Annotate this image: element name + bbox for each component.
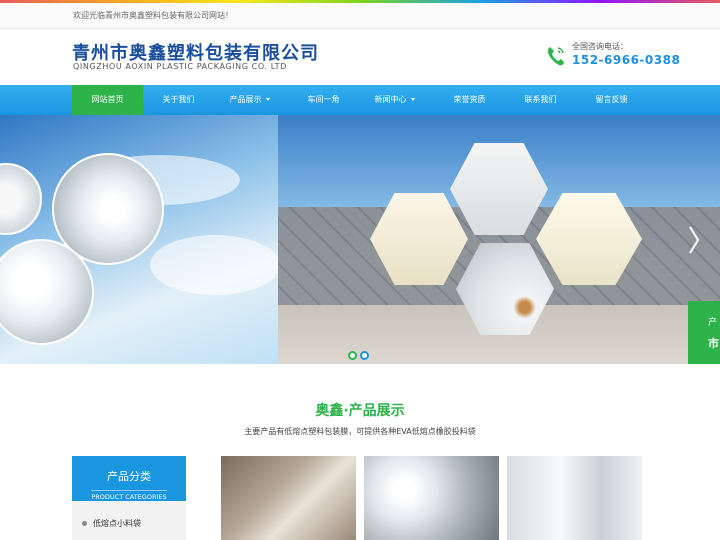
hero-banner[interactable]: 产 市 重 司 [0,115,720,364]
welcome-text: 欢迎光临青州市奥鑫塑料包装有限公司网站！ [73,11,233,20]
cloud-shape [150,235,280,295]
site-header: 青州市奥鑫塑料包装有限公司 QINGZHOU AOXIN PLASTIC PAC… [0,29,720,85]
banner-slide-right [278,115,720,364]
banner-side-tab[interactable]: 产 市 重 司 [688,301,720,364]
products-section-title: 奥鑫·产品展示 [315,403,405,419]
banner-slide-left [0,115,280,364]
banner-pagination [348,345,372,364]
company-name-en: QINGZHOU AOXIN PLASTIC PACKAGING CO. LTD [73,62,287,71]
product-roll-image [0,163,42,235]
category-title: 产品分类 [107,470,151,483]
nav-feedback[interactable]: 留言反馈 [576,85,647,115]
nav-workshop[interactable]: 车间一角 [288,85,359,115]
chevron-right-icon[interactable] [688,225,700,255]
bullet-icon [82,521,87,526]
product-thumbnail[interactable] [507,456,642,540]
nav-honors[interactable]: 荣誉资质 [434,85,505,115]
nav-about[interactable]: 关于我们 [143,85,214,115]
nav-news[interactable]: 新闻中心 [359,85,430,115]
category-subtitle: PRODUCT CATEGORIES [91,490,167,501]
top-bar: 欢迎光临青州市奥鑫塑料包装有限公司网站！ [0,3,720,29]
main-nav: 网站首页 关于我们 产品展示 车间一角 新闻中心 荣誉资质 联系我们 留言反馈 [0,85,720,115]
category-item[interactable]: 低熔点小料袋 [82,518,141,529]
phone-icon [547,47,564,66]
phone-label: 全国咨询电话： [572,42,628,51]
products-section-subtitle: 主要产品有低熔点塑料包装膜，可提供各种EVA低熔点橡胶投料袋 [244,427,476,436]
chevron-down-icon [265,98,270,101]
phone-number[interactable]: 152-6966-0388 [572,53,680,67]
banner-dot-active[interactable] [360,351,369,360]
product-thumbnail[interactable] [364,456,499,540]
category-header: 产品分类 PRODUCT CATEGORIES [72,456,186,501]
nav-products[interactable]: 产品展示 [214,85,285,115]
banner-dot[interactable] [348,351,357,360]
chevron-down-icon [410,98,415,101]
nav-contact[interactable]: 联系我们 [505,85,576,115]
product-thumbnail[interactable] [221,456,356,540]
nav-home[interactable]: 网站首页 [72,85,143,115]
category-sidebar: 产品分类 PRODUCT CATEGORIES 低熔点小料袋 [72,456,186,540]
